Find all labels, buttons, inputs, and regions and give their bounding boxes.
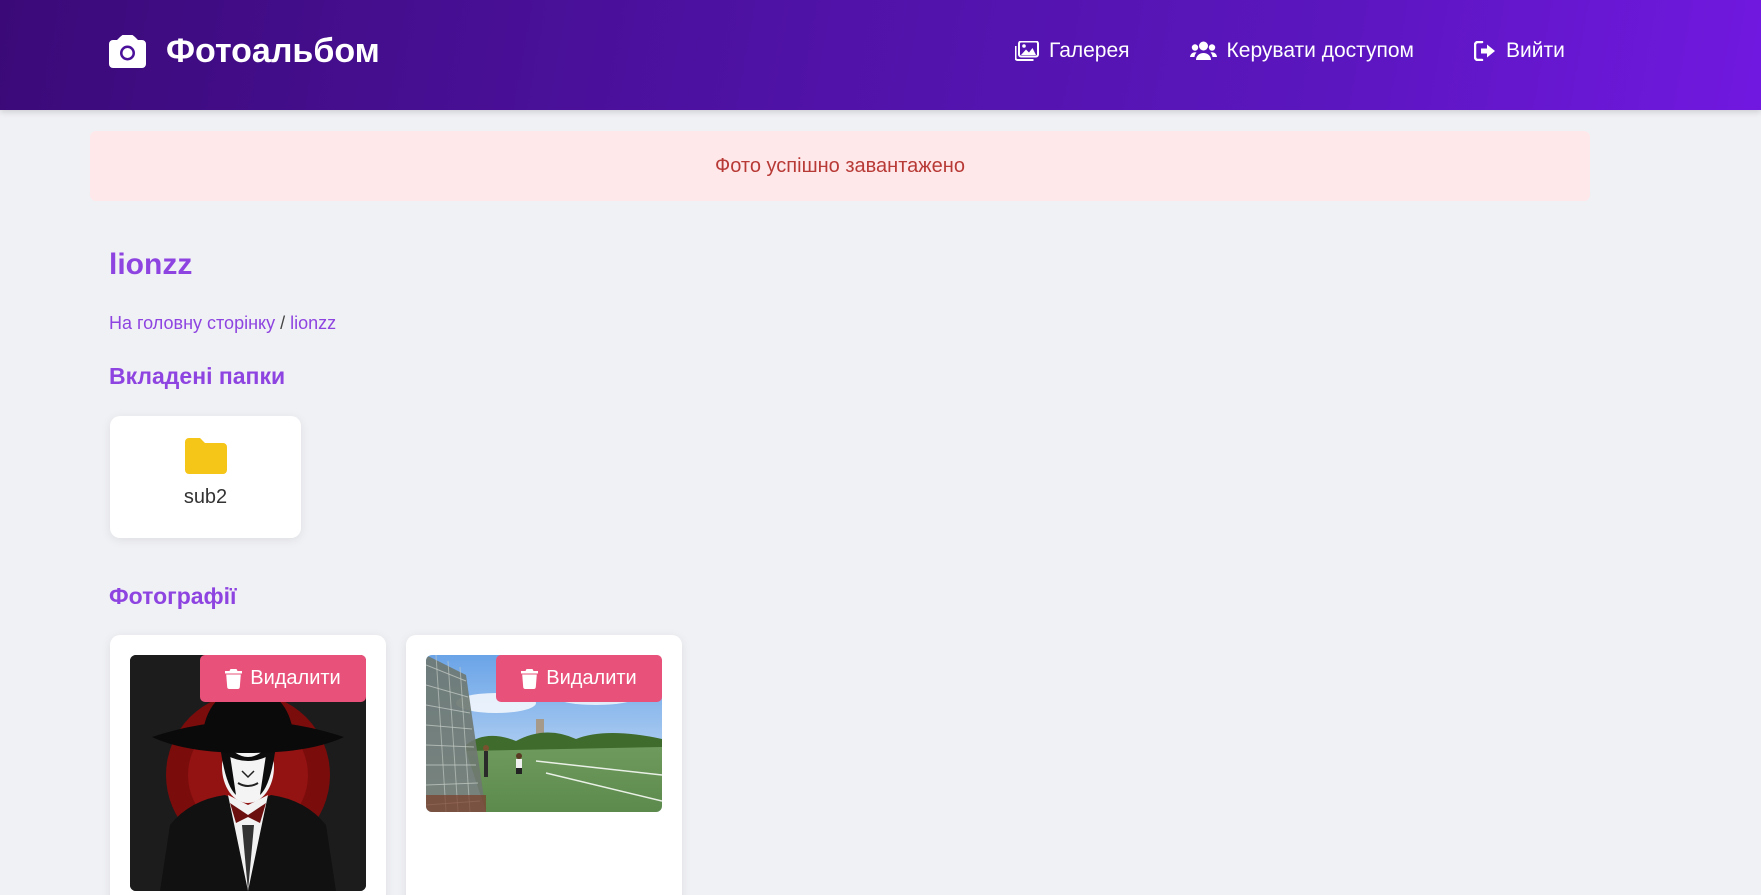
breadcrumb: На головну сторінку / lionzz: [109, 313, 336, 334]
alert-message: Фото успішно завантажено: [715, 154, 965, 177]
nav-gallery-label: Галерея: [1049, 39, 1130, 62]
images-icon: [1015, 41, 1039, 61]
nav-manage-access-label: Керувати доступом: [1226, 39, 1414, 62]
trash-icon: [225, 668, 243, 689]
folder-name: sub2: [183, 486, 228, 508]
delete-photo-button[interactable]: Видалити: [496, 655, 662, 702]
subfolders-heading: Вкладені папки: [109, 363, 286, 389]
breadcrumb-home-link[interactable]: На головну сторінку: [109, 313, 275, 333]
users-icon: [1189, 41, 1217, 60]
delete-button-label: Видалити: [546, 667, 637, 689]
page-title: lionzz: [109, 248, 193, 281]
success-alert: Фото успішно завантажено: [90, 131, 1590, 201]
brand-title: Фотоальбом: [166, 31, 380, 70]
nav-gallery[interactable]: Галерея: [1015, 39, 1130, 63]
photo-card: Видалити: [406, 635, 682, 895]
folder-icon: [184, 438, 227, 474]
sign-out-icon: [1474, 41, 1495, 61]
brand[interactable]: Фотоальбом: [109, 30, 380, 72]
trash-icon: [521, 668, 539, 689]
top-navbar: Фотоальбом Галерея Керувати доступом Вий…: [0, 0, 1761, 110]
delete-button-label: Видалити: [250, 667, 341, 689]
folder-card-sub2[interactable]: sub2: [110, 416, 301, 538]
nav-logout-label: Вийти: [1506, 39, 1565, 62]
photos-heading: Фотографії: [109, 583, 237, 609]
breadcrumb-separator: /: [275, 313, 291, 333]
photo-card: Видалити: [110, 635, 386, 895]
main-nav: Галерея Керувати доступом Вийти: [1015, 36, 1565, 66]
camera-icon: [109, 34, 146, 68]
breadcrumb-current-link[interactable]: lionzz: [290, 313, 336, 333]
nav-logout[interactable]: Вийти: [1474, 39, 1565, 63]
delete-photo-button[interactable]: Видалити: [200, 655, 366, 702]
nav-manage-access[interactable]: Керувати доступом: [1189, 39, 1414, 63]
